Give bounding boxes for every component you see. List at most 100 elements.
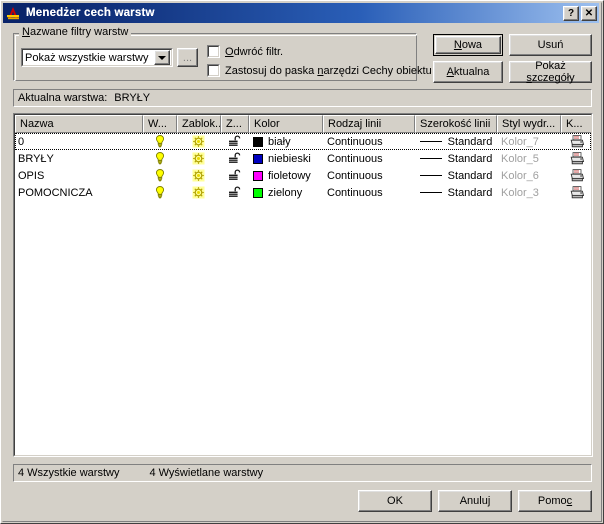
lineweight-name: Standard: [447, 135, 493, 148]
layer-list[interactable]: Nazwa W... Zablok... Z... Kolor Rodzaj linii S…: [13, 113, 593, 457]
column-header-4[interactable]: Kolor: [249, 115, 323, 133]
lineweight-preview-icon: [419, 158, 442, 159]
layer-name: OPIS: [18, 169, 45, 182]
color-name: fioletowy: [268, 169, 311, 182]
invert-filter-checkbox-row[interactable]: Odwróć filtr.: [207, 45, 283, 58]
linetype-name: Continuous: [327, 186, 383, 199]
table-row[interactable]: 0 biały Continuous Standard Kolor_7: [15, 133, 591, 150]
column-header-label: W...: [148, 118, 167, 130]
set-current-layer-button[interactable]: Aktualna: [433, 61, 503, 83]
layer-lineweight-cell: Standard: [415, 133, 497, 150]
lightbulb-on-icon[interactable]: [152, 168, 168, 183]
autocad-layer-icon: [6, 6, 22, 21]
column-header-3[interactable]: Z...: [221, 115, 249, 133]
layer-color-cell: fioletowy: [249, 167, 323, 184]
layer-lock-cell: [221, 184, 249, 201]
color-swatch[interactable]: [253, 153, 263, 164]
plotstyle-name: Kolor_5: [501, 152, 539, 165]
layer-linetype-cell: Continuous: [323, 167, 415, 184]
plotstyle-name: Kolor_6: [501, 169, 539, 182]
printer-icon[interactable]: [569, 185, 585, 200]
lightbulb-on-icon[interactable]: [152, 134, 168, 149]
table-row[interactable]: OPIS fioletowy Continuous Standard Kolor_6: [15, 167, 591, 184]
ok-button[interactable]: OK: [358, 490, 432, 512]
ok-button-label: OK: [387, 495, 403, 507]
sun-thawed-icon[interactable]: [191, 185, 207, 200]
sun-thawed-icon[interactable]: [191, 134, 207, 149]
layer-visibility-cell: [143, 133, 177, 150]
layer-name-cell: OPIS: [15, 167, 143, 184]
linetype-name: Continuous: [327, 169, 383, 182]
layer-list-header: Nazwa W... Zablok... Z... Kolor Rodzaj linii S…: [15, 115, 592, 133]
lightbulb-on-icon[interactable]: [152, 185, 168, 200]
layer-color-cell: biały: [249, 133, 323, 150]
title-bar[interactable]: Menedżer cech warstw ? ✕: [3, 3, 599, 23]
layer-name-cell: BRYŁY: [15, 150, 143, 167]
column-header-5[interactable]: Rodzaj linii: [323, 115, 415, 133]
layer-plotstyle-cell: Kolor_5: [497, 150, 561, 167]
filter-combo-value: Pokaż wszystkie warstwy: [25, 51, 149, 64]
apply-to-toolbar-checkbox-row[interactable]: Zastosuj do paska narzędzi Cechy obiektu: [207, 64, 432, 77]
layer-visibility-cell: [143, 150, 177, 167]
sun-thawed-icon[interactable]: [191, 168, 207, 183]
apply-to-toolbar-checkbox[interactable]: [207, 64, 220, 77]
close-button[interactable]: ✕: [581, 5, 597, 21]
color-swatch[interactable]: [253, 170, 263, 181]
printer-icon[interactable]: [569, 134, 585, 149]
title-bar-buttons: ? ✕: [563, 5, 597, 21]
column-header-0[interactable]: Nazwa: [15, 115, 143, 133]
layer-plot-cell: [561, 150, 592, 167]
layer-freeze-cell: [177, 184, 221, 201]
chevron-down-icon[interactable]: [154, 50, 170, 65]
column-header-7[interactable]: Styl wydr...: [497, 115, 561, 133]
new-layer-button[interactable]: Nowa: [433, 34, 503, 56]
lineweight-preview-icon: [419, 141, 442, 142]
layer-plotstyle-cell: Kolor_6: [497, 167, 561, 184]
help-button[interactable]: ?: [563, 5, 579, 21]
column-header-label: Nazwa: [20, 118, 54, 130]
current-layer-value: BRYŁY: [114, 92, 151, 104]
delete-layer-button[interactable]: Usuń: [509, 34, 592, 56]
layer-linetype-cell: Continuous: [323, 184, 415, 201]
layer-linetype-cell: Continuous: [323, 133, 415, 150]
filter-combo[interactable]: Pokaż wszystkie warstwy: [21, 48, 173, 67]
column-header-label: Kolor: [254, 118, 280, 130]
table-row[interactable]: BRYŁY niebieski Continuous Standard Kolor_5: [15, 150, 591, 167]
layer-lock-cell: [221, 150, 249, 167]
printer-icon[interactable]: [569, 168, 585, 183]
plotstyle-name: Kolor_7: [501, 135, 539, 148]
color-name: biały: [268, 135, 291, 148]
layer-lock-cell: [221, 133, 249, 150]
column-header-8[interactable]: K...: [561, 115, 592, 133]
filter-browse-button[interactable]: ...: [177, 48, 198, 67]
padlock-open-icon[interactable]: [227, 134, 243, 149]
padlock-open-icon[interactable]: [227, 185, 243, 200]
table-row[interactable]: POMOCNICZA zielony Continuous Standard Kolor…: [15, 184, 591, 201]
invert-filter-checkbox[interactable]: [207, 45, 220, 58]
layer-freeze-cell: [177, 133, 221, 150]
padlock-open-icon[interactable]: [227, 168, 243, 183]
lightbulb-on-icon[interactable]: [152, 151, 168, 166]
cancel-button[interactable]: Anuluj: [438, 490, 512, 512]
cancel-button-label: Anuluj: [459, 495, 491, 507]
sun-thawed-icon[interactable]: [191, 151, 207, 166]
layer-plot-cell: [561, 167, 592, 184]
layer-name-cell: POMOCNICZA: [15, 184, 143, 201]
column-header-2[interactable]: Zablok...: [177, 115, 221, 133]
column-header-label: K...: [566, 118, 583, 130]
layer-list-rows: 0 biały Continuous Standard Kolor_7 BRYŁY nieb…: [15, 133, 591, 201]
lineweight-preview-icon: [419, 175, 442, 176]
color-swatch[interactable]: [253, 136, 263, 147]
column-header-1[interactable]: W...: [143, 115, 177, 133]
padlock-open-icon[interactable]: [227, 151, 243, 166]
help-bottom-button[interactable]: Pomoc: [518, 490, 592, 512]
column-header-label: Szerokość linii: [420, 118, 491, 130]
layer-linetype-cell: Continuous: [323, 150, 415, 167]
show-details-button[interactable]: Pokaż szczegóły: [509, 60, 592, 84]
printer-icon[interactable]: [569, 151, 585, 166]
status-displayed-layers: 4 Wyświetlane warstwy: [149, 467, 264, 479]
color-swatch[interactable]: [253, 187, 263, 198]
status-total-layers: 4 Wszystkie warstwy: [18, 467, 120, 479]
column-header-6[interactable]: Szerokość linii: [415, 115, 497, 133]
layer-name-cell: 0: [15, 133, 143, 150]
